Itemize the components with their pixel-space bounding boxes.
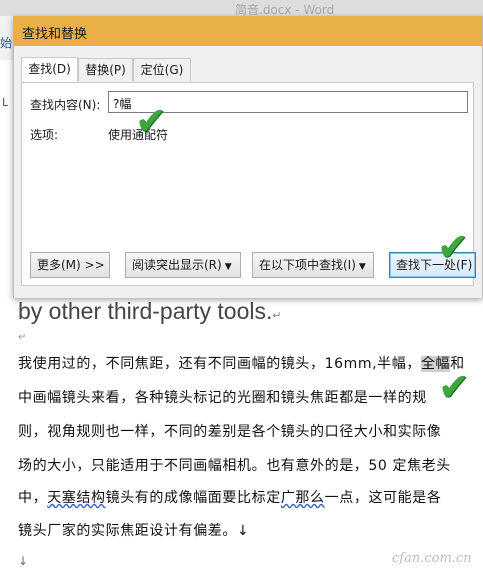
- dialog-body: 查找(D) 替换(P) 定位(G) 查找内容(N): ?幅 选项: 使用通配符 …: [14, 46, 482, 298]
- paragraph-mark: ↵: [18, 332, 27, 343]
- word-titlebar: 简音.docx - Word: [0, 0, 483, 17]
- tab-find[interactable]: 查找(D): [21, 57, 78, 82]
- document-line: 中，天塞结构镜头有的成像幅面要比标定广那么一点，这可能是各: [18, 487, 441, 507]
- more-button-label: 更多(M) >>: [37, 258, 105, 272]
- dialog-title: 查找和替换: [22, 27, 88, 42]
- watermark: cfan.com.cn: [392, 551, 472, 566]
- dialog-titlebar[interactable]: 查找和替换: [14, 16, 482, 46]
- tab-goto[interactable]: 定位(G): [133, 58, 191, 81]
- line-text: 一点，这可能是各: [324, 490, 442, 506]
- checkmark-icon: ✔: [437, 225, 469, 269]
- paragraph-mark: ↓: [18, 554, 29, 568]
- find-in-label: 在以下项中查找(I): [259, 258, 356, 272]
- checkmark-icon: ✔: [135, 99, 167, 143]
- find-in-button[interactable]: 在以下项中查找(I) ▼: [252, 252, 374, 278]
- chevron-down-icon: ▼: [224, 262, 232, 272]
- find-what-label: 查找内容(N):: [30, 98, 101, 112]
- document-line: 中画幅镜头来看，各种镜头标记的光圈和镜头焦距都是一样的规: [18, 390, 427, 406]
- more-button[interactable]: 更多(M) >>: [30, 252, 110, 278]
- find-replace-dialog: 查找和替换 查找(D) 替换(P) 定位(G) 查找内容(N): ?幅 选项: …: [13, 16, 483, 298]
- options-label: 选项:: [30, 128, 59, 142]
- reading-highlight-button[interactable]: 阅读突出显示(R) ▼: [125, 252, 241, 278]
- search-highlight: 全幅: [420, 356, 451, 372]
- spellcheck-underlined-text: 广那么: [280, 490, 325, 506]
- line-text: 我使用过的，不同焦距，还有不同画幅的镜头，16mm,半幅，: [18, 356, 421, 372]
- reading-highlight-label: 阅读突出显示(R): [132, 258, 222, 272]
- tab-replace[interactable]: 替换(P): [78, 58, 133, 81]
- document-line: 则，视角规则也一样，不同的差别是各个镜头的口径大小和实际像: [18, 424, 442, 440]
- line-text: 中，: [18, 490, 48, 506]
- document-english-line: by other third-party tools.↵: [18, 298, 282, 325]
- paragraph-mark: ↵: [272, 310, 282, 322]
- chevron-down-icon: ▼: [358, 262, 366, 272]
- line-text: 镜头有的成像幅面要比标定: [105, 490, 281, 506]
- document-line: 我使用过的，不同焦距，还有不同画幅的镜头，16mm,半幅，全幅和: [18, 353, 465, 373]
- document-line: 镜头厂家的实际焦距设计有偏差。↓: [18, 523, 250, 539]
- checkmark-icon: ✔: [438, 365, 470, 409]
- line-text: 和: [450, 356, 465, 372]
- english-text: by other third-party tools.: [18, 298, 273, 324]
- document-line: 场的大小，只能适用于不同画幅相机。也有意外的是，50 定焦老头: [18, 458, 451, 474]
- tab-stop-indicator[interactable]: L: [2, 96, 8, 109]
- spellcheck-underlined-text: 天塞结构: [47, 490, 106, 506]
- ribbon-tab-fragment[interactable]: 始: [0, 34, 12, 51]
